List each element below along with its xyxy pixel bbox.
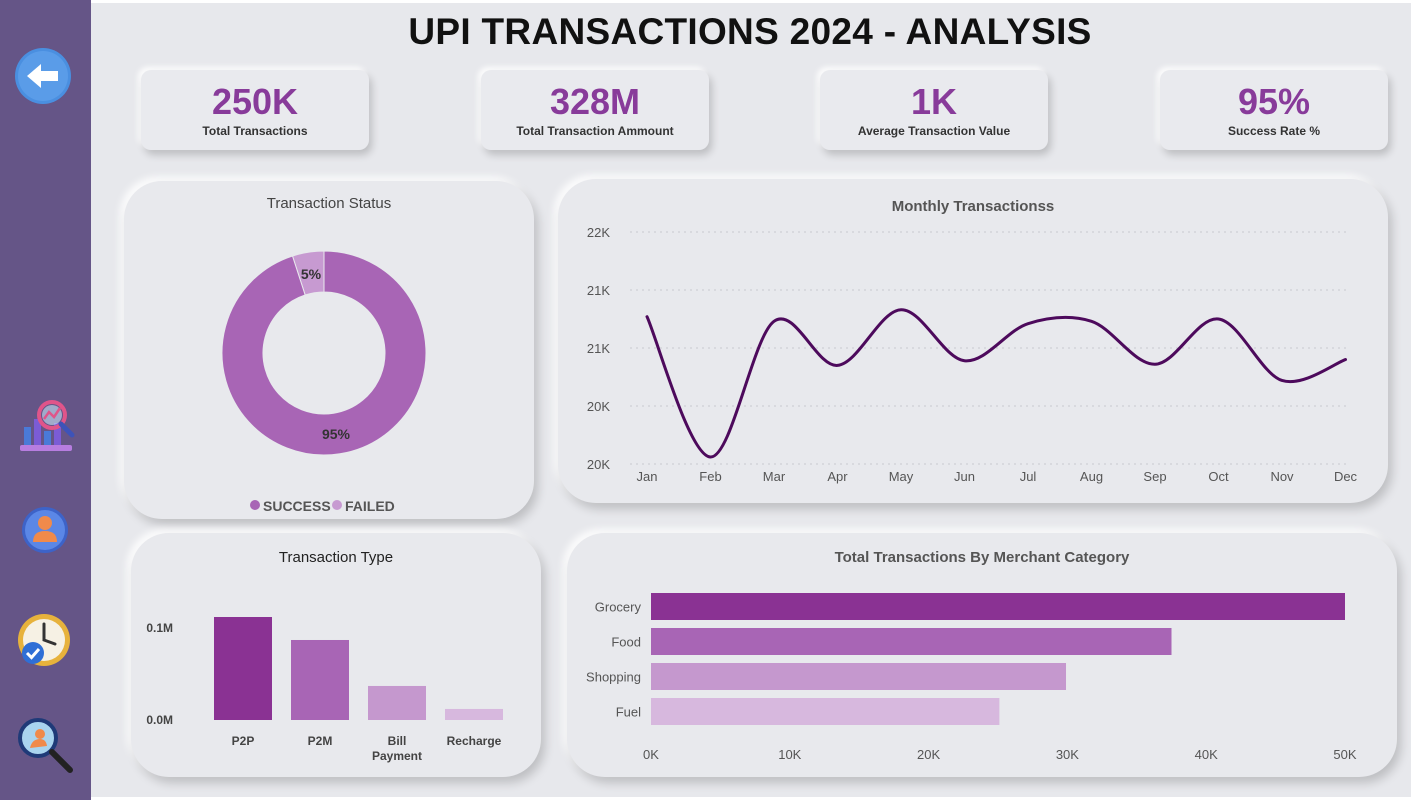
kpi-label: Average Transaction Value (857, 124, 1011, 138)
kpi-card-total-amount: 328M Total Transaction Ammount (481, 70, 709, 150)
user-nav[interactable] (21, 506, 69, 554)
kpi-label: Success Rate % (1227, 124, 1321, 138)
x-tick-label: Aug (1080, 469, 1103, 484)
bar-bill-payment (368, 685, 426, 720)
legend-marker-failed (332, 500, 342, 510)
dashboard-canvas: UPI TRANSACTIONS 2024 - ANALYSIS 250K To… (91, 3, 1411, 797)
x-tick-label: Oct (1208, 469, 1229, 484)
x-tick-label: Payment (372, 749, 422, 763)
sidebar (0, 0, 91, 800)
kpi-value: 95% (1237, 81, 1311, 122)
kpi-label: Total Transaction Ammount (516, 124, 674, 138)
clock-check-icon (18, 614, 70, 666)
monthly-transactions-card: Monthly Transactionss 20K 20K 21K 21K 22K Jan… (558, 179, 1388, 503)
donut-slice-success (221, 250, 427, 456)
x-tick-label: P2M (308, 734, 333, 748)
bar-p2m (291, 639, 349, 720)
legend-marker-success (250, 500, 260, 510)
x-tick-label: Mar (763, 469, 786, 484)
x-tick-label: Apr (827, 469, 848, 484)
kpi-label: Total Transactions (202, 124, 308, 138)
y-tick-label: Shopping (586, 670, 641, 685)
y-tick-label: Fuel (616, 705, 641, 720)
x-tick-label: Jul (1020, 469, 1037, 484)
bar-food (651, 628, 1172, 655)
user-icon (22, 507, 68, 553)
y-tick-label: 21K (587, 341, 610, 356)
merchant-category-card: Total Transactions By Merchant Category … (567, 533, 1397, 777)
vertical-bar-chart: 0.0M 0.1M P2P P2M BillPayment Recharge (146, 617, 503, 763)
kpi-card-average-value: 1K Average Transaction Value (820, 70, 1048, 150)
x-tick-label: Jun (954, 469, 975, 484)
bar-fuel (651, 698, 1000, 725)
bar-shopping (651, 663, 1067, 690)
analytics-nav[interactable] (14, 393, 78, 457)
kpi-card-success-rate: 95% Success Rate % (1160, 70, 1388, 150)
bar-recharge (445, 708, 503, 720)
x-tick-label: 30K (1056, 747, 1079, 762)
y-tick-label: 0.1M (146, 621, 173, 635)
x-tick-label: Bill (388, 734, 407, 748)
chart-magnifier-icon (20, 400, 75, 451)
x-tick-label: 10K (778, 747, 801, 762)
x-tick-label: Sep (1143, 469, 1166, 484)
legend-label-success: SUCCESS (263, 498, 331, 514)
y-tick-label: 22K (587, 225, 610, 240)
y-tick-label: 0.0M (146, 713, 173, 727)
y-tick-label: 21K (587, 283, 610, 298)
x-tick-label: 50K (1333, 747, 1356, 762)
donut-chart: 5% 95% SUCCESS FAILED (221, 250, 427, 514)
kpi-value: 250K (211, 81, 299, 122)
y-tick-label: 20K (587, 399, 610, 414)
y-tick-label: Grocery (595, 600, 642, 615)
y-tick-label: Food (611, 635, 641, 650)
time-nav[interactable] (16, 613, 72, 669)
series-line-monthly (645, 308, 1347, 459)
data-label-success: 95% (322, 426, 351, 442)
x-tick-label: May (889, 469, 914, 484)
bar-p2p (214, 617, 272, 720)
back-button[interactable] (14, 47, 72, 105)
transaction-status-card: Transaction Status 5% 95% SUCCESS FAILED (124, 181, 534, 519)
data-label-failed: 5% (301, 266, 322, 282)
x-tick-label: P2P (232, 734, 255, 748)
x-tick-label: Recharge (447, 734, 502, 748)
transaction-type-card: Transaction Type 0.0M 0.1M P2P P2M Bill Payme… (131, 533, 541, 777)
x-tick-label: 0K (643, 747, 659, 762)
search-nav[interactable] (16, 716, 74, 774)
kpi-value: 1K (910, 81, 958, 122)
x-tick-label: Dec (1334, 469, 1358, 484)
search-icon (18, 718, 73, 773)
bar-grocery (651, 593, 1345, 620)
y-tick-label: 20K (587, 457, 610, 472)
line-chart: 20K 20K 21K 21K 22K Jan Feb Mar Apr May Jun Jul Aug S… (587, 225, 1358, 484)
page-title: UPI TRANSACTIONS 2024 - ANALYSIS (408, 11, 1092, 52)
x-tick-label: Nov (1270, 469, 1294, 484)
x-tick-label: Feb (699, 469, 721, 484)
x-tick-label: 20K (917, 747, 940, 762)
x-tick-label: Jan (637, 469, 658, 484)
kpi-card-total-transactions: 250K Total Transactions (141, 70, 369, 150)
horizontal-bar-chart: Grocery Food Shopping Fuel 0K 10K 20K 30K 40K 50K (586, 593, 1357, 762)
back-arrow-icon (15, 48, 71, 104)
legend-label-failed: FAILED (345, 498, 395, 514)
x-tick-label: 40K (1195, 747, 1218, 762)
kpi-value: 328M (549, 81, 641, 122)
